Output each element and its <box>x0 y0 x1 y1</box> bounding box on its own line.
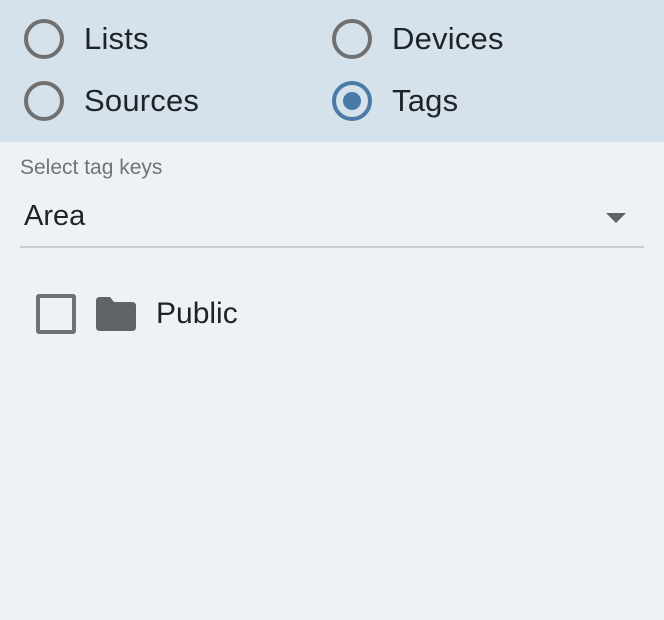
dropdown-arrow-icon[interactable] <box>606 213 626 223</box>
folder-icon <box>96 297 136 331</box>
radio-label-sources[interactable]: Sources <box>84 81 199 121</box>
radio-button-sources[interactable] <box>24 81 64 121</box>
tag-keys-select-value[interactable]: Area <box>24 200 85 233</box>
tree-item-public[interactable]: Public <box>36 294 238 334</box>
radio-option-sources[interactable]: Sources <box>24 81 199 121</box>
radio-button-tags[interactable] <box>332 81 372 121</box>
radio-button-devices[interactable] <box>332 19 372 59</box>
radio-label-devices[interactable]: Devices <box>392 19 504 59</box>
radio-option-tags[interactable]: Tags <box>332 81 458 121</box>
radio-button-lists[interactable] <box>24 19 64 59</box>
radio-label-tags[interactable]: Tags <box>392 81 458 121</box>
radio-option-devices[interactable]: Devices <box>332 19 504 59</box>
radio-label-lists[interactable]: Lists <box>84 19 149 59</box>
radio-option-lists[interactable]: Lists <box>24 19 149 59</box>
source-type-radio-group: Lists Devices Sources Tags <box>0 0 664 142</box>
tree-item-checkbox[interactable] <box>36 294 76 334</box>
tag-keys-select-label: Select tag keys <box>20 156 163 179</box>
tag-keys-select[interactable]: Select tag keys Area <box>20 152 644 248</box>
tree-item-label: Public <box>156 297 238 330</box>
